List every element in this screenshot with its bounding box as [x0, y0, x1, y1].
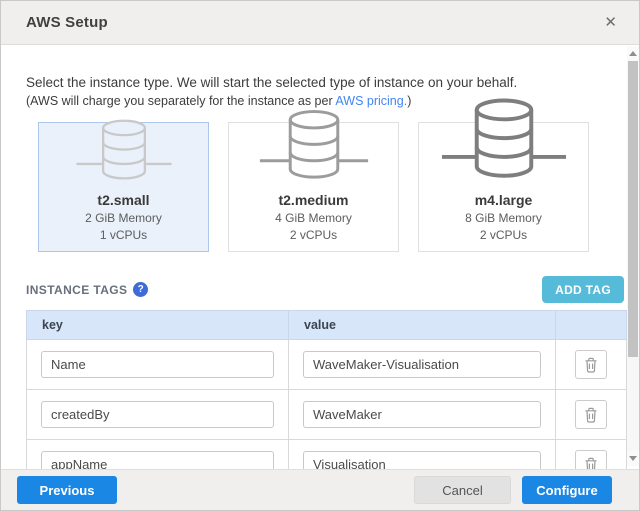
intro-line-2-suffix: ) [407, 94, 411, 108]
tag-value-input[interactable] [303, 451, 541, 469]
column-header-value: value [289, 311, 556, 340]
instance-vcpus: 2 vCPUs [290, 228, 337, 242]
database-icon [72, 115, 176, 190]
help-icon[interactable]: ? [133, 282, 148, 297]
table-row [27, 390, 627, 440]
trash-icon [584, 457, 598, 470]
delete-tag-button[interactable] [575, 400, 607, 429]
instance-card-m4-large[interactable]: m4.large 8 GiB Memory 2 vCPUs [418, 122, 589, 252]
delete-tag-button[interactable] [575, 450, 607, 469]
instance-memory: 8 GiB Memory [465, 211, 542, 225]
tag-key-input[interactable] [41, 351, 274, 378]
instance-type-cards: t2.small 2 GiB Memory 1 vCPUs t2.medium … [38, 122, 639, 252]
scroll-up-icon [629, 51, 637, 56]
instance-card-t2-medium[interactable]: t2.medium 4 GiB Memory 2 vCPUs [228, 122, 399, 252]
scroll-down-icon [629, 456, 637, 461]
table-header-row: key value [27, 311, 627, 340]
instance-vcpus: 2 vCPUs [480, 228, 527, 242]
instance-vcpus: 1 vCPUs [100, 228, 147, 242]
tag-key-input[interactable] [41, 451, 274, 469]
table-row [27, 440, 627, 470]
tag-value-input[interactable] [303, 351, 541, 378]
trash-icon [584, 407, 598, 423]
tag-key-input[interactable] [41, 401, 274, 428]
delete-tag-button[interactable] [575, 350, 607, 379]
instance-name: m4.large [475, 192, 533, 208]
database-icon [255, 105, 373, 190]
previous-button[interactable]: Previous [17, 476, 117, 504]
column-header-actions [556, 311, 627, 340]
dialog-body: Select the instance type. We will start … [1, 45, 639, 469]
dialog-footer: Previous Cancel Configure [1, 469, 639, 510]
tag-value-input[interactable] [303, 401, 541, 428]
instance-name: t2.small [97, 192, 149, 208]
cancel-button[interactable]: Cancel [414, 476, 511, 504]
vertical-scrollbar[interactable] [627, 46, 639, 466]
aws-setup-dialog: AWS Setup ✕ Select the instance type. We… [0, 0, 640, 511]
instance-tags-bar: INSTANCE TAGS ? ADD TAG [26, 276, 624, 303]
table-row [27, 340, 627, 390]
scrollbar-down-button[interactable] [627, 451, 639, 466]
configure-button[interactable]: Configure [522, 476, 612, 504]
dialog-title: AWS Setup [26, 14, 108, 31]
instance-card-t2-small[interactable]: t2.small 2 GiB Memory 1 vCPUs [38, 122, 209, 252]
instance-tags-label: INSTANCE TAGS ? [26, 282, 148, 297]
instance-name: t2.medium [278, 192, 348, 208]
database-icon [437, 93, 571, 190]
instance-tags-table: key value [26, 310, 627, 469]
column-header-key: key [27, 311, 289, 340]
instance-memory: 2 GiB Memory [85, 211, 162, 225]
dialog-header: AWS Setup ✕ [1, 1, 639, 45]
instance-tags-label-text: INSTANCE TAGS [26, 283, 127, 297]
intro-line-1: Select the instance type. We will start … [26, 75, 587, 90]
scrollbar-thumb[interactable] [628, 61, 638, 357]
trash-icon [584, 357, 598, 373]
instance-memory: 4 GiB Memory [275, 211, 352, 225]
scrollbar-up-button[interactable] [627, 46, 639, 61]
add-tag-button[interactable]: ADD TAG [542, 276, 624, 303]
close-icon[interactable]: ✕ [600, 13, 621, 32]
